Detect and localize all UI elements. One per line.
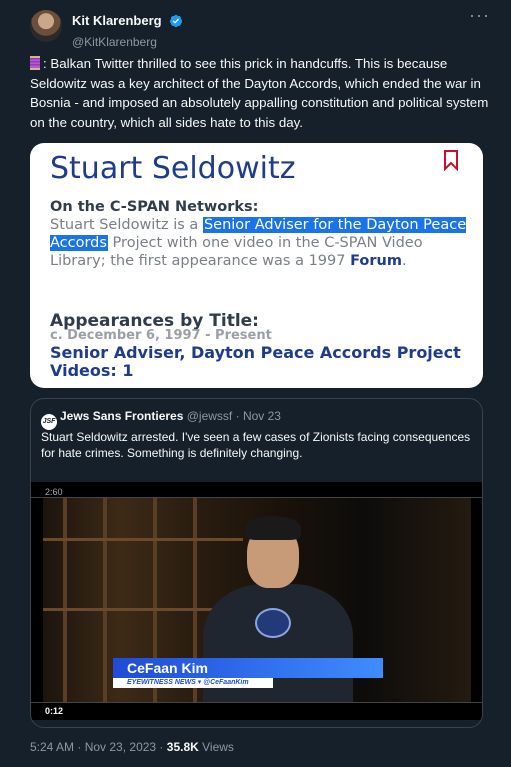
quoted-tweet[interactable]: JSF Jews Sans Frontieres @jewssf · Nov 23… — [30, 398, 483, 728]
footer-separator: · — [74, 740, 85, 754]
video-frame[interactable]: CeFaan Kim EYEWITNESS NEWS ▾ @CeFaanKim — [43, 498, 471, 703]
author-info: Kit Klarenberg @KitKlarenberg — [72, 12, 183, 49]
tweet-footer: 5:24 AM · Nov 23, 2023 · 35.8K Views — [30, 740, 234, 754]
author-handle[interactable]: @KitKlarenberg — [72, 35, 183, 49]
cspan-body: Stuart Seldowitz is a Senior Adviser for… — [50, 216, 470, 270]
lower-third-sub: EYEWITNESS NEWS ▾ @CeFaanKim — [113, 678, 273, 688]
appearances-date: c. December 6, 1997 - Present — [50, 328, 272, 343]
forum-link: Forum — [350, 253, 402, 269]
quoted-tweet-text: Stuart Seldowitz arrested. I've seen a f… — [41, 430, 471, 460]
scaffold-pole — [63, 498, 67, 703]
quoted-tweet-header: JSF Jews Sans Frontieres @jewssf · Nov 23 — [41, 409, 281, 430]
video-top-timestamp: 2:60 — [45, 487, 63, 497]
lower-third-name: CeFaan Kim — [113, 658, 383, 678]
author-display-name[interactable]: Kit Klarenberg — [72, 13, 162, 28]
video-duration: 0:12 — [45, 706, 64, 716]
microphone-icon — [255, 608, 291, 638]
tweet-text: : Balkan Twitter thrilled to see this pr… — [30, 54, 490, 132]
cspan-heading: On the C-SPAN Networks: — [50, 199, 259, 215]
video-control-bar[interactable]: 0:12 — [31, 702, 482, 720]
thread-spool-icon — [30, 56, 40, 70]
quoted-author-handle[interactable]: @jewssf — [187, 409, 233, 423]
more-options-icon[interactable]: ··· — [469, 6, 490, 24]
quoted-author-name[interactable]: Jews Sans Frontieres — [60, 409, 183, 423]
reporter-hair — [245, 516, 301, 540]
bookmark-icon — [443, 149, 459, 176]
post-date[interactable]: Nov 23, 2023 — [85, 740, 156, 754]
body-suffix: . — [401, 253, 407, 269]
news-lower-third: CeFaan Kim EYEWITNESS NEWS ▾ @CeFaanKim — [113, 658, 383, 688]
appearances-title: Senior Adviser, Dayton Peace Accords Pro… — [50, 343, 461, 380]
views-count: 35.8K — [166, 740, 199, 754]
video-top-bar: 2:60 — [31, 482, 482, 498]
card-title: Stuart Seldowitz — [50, 151, 296, 186]
quoted-tweet-date[interactable]: Nov 23 — [243, 409, 281, 423]
tweet-body: : Balkan Twitter thrilled to see this pr… — [30, 56, 489, 130]
quoted-author-avatar[interactable]: JSF — [41, 414, 57, 430]
post-time[interactable]: 5:24 AM — [30, 740, 74, 754]
scaffold-pole — [103, 498, 107, 703]
meta-separator: · — [232, 409, 243, 423]
verified-badge-icon — [169, 14, 183, 33]
tweet-header: Kit Klarenberg @KitKlarenberg ··· — [30, 6, 490, 49]
scaffold-bar — [43, 538, 243, 541]
screenshot-image[interactable]: Stuart Seldowitz On the C-SPAN Networks:… — [30, 143, 483, 388]
video-player[interactable]: 2:60 CeFaan Kim EYEWITNESS NEWS ▾ @CeFaa… — [31, 482, 482, 720]
author-avatar[interactable] — [30, 10, 62, 42]
body-prefix: Stuart Seldowitz is a — [50, 217, 203, 233]
views-label: Views — [202, 740, 234, 754]
